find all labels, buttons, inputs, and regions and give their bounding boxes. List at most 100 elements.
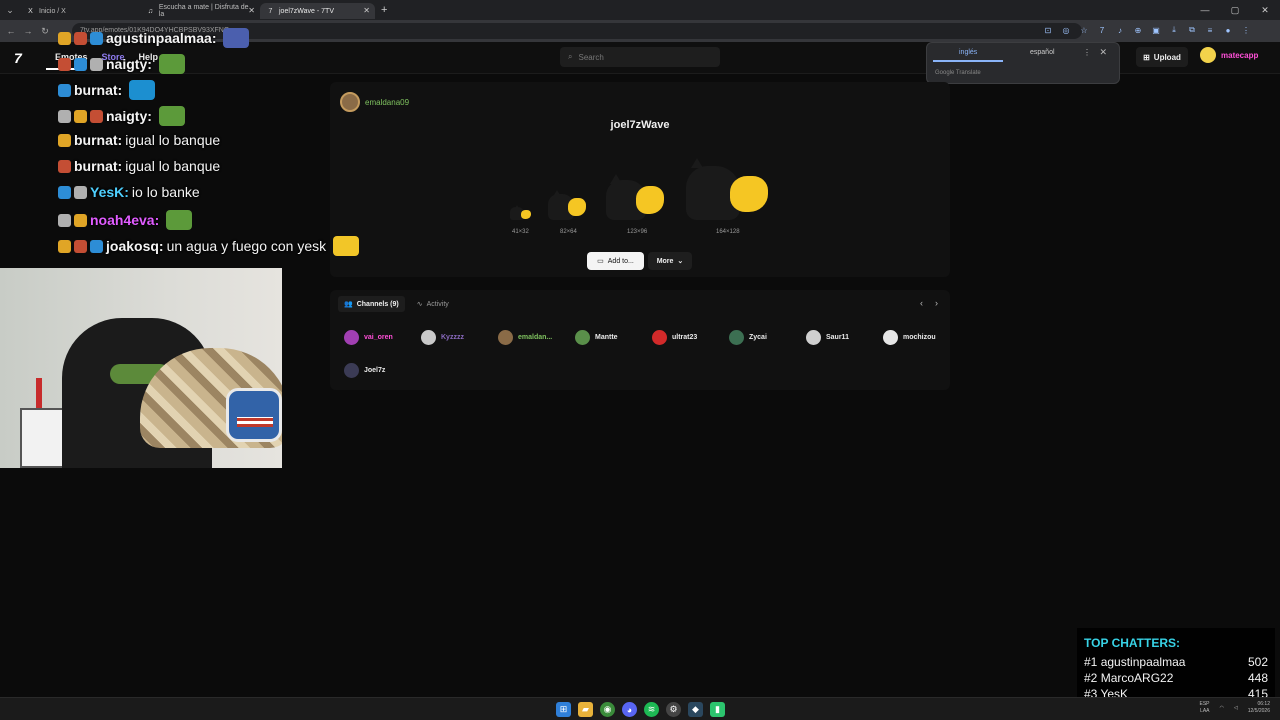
emote-preview-2x[interactable] <box>548 188 588 220</box>
emote-preview-3x[interactable] <box>606 172 668 220</box>
minimize-icon[interactable]: — <box>1190 0 1220 20</box>
language-indicator[interactable]: ESP LAA <box>1200 701 1210 715</box>
more-button[interactable]: More ⌄ <box>648 252 692 270</box>
close-icon[interactable]: ✕ <box>1099 47 1107 58</box>
tab-channels[interactable]: 👥 Channels (9) <box>338 296 405 312</box>
chat-username: naigty: <box>106 108 152 124</box>
menu-icon[interactable]: ≡ <box>1204 24 1216 36</box>
tab-search-icon[interactable]: ⌄ <box>0 0 20 20</box>
more-icon[interactable]: ⋮ <box>1083 48 1091 57</box>
user-menu[interactable]: matecapp <box>1200 47 1258 63</box>
settings-icon[interactable]: ⚙ <box>666 702 681 717</box>
lang-target[interactable]: español <box>1030 49 1055 56</box>
channel-name: Zycai <box>749 334 767 341</box>
avatar <box>652 330 667 345</box>
more-icon[interactable]: ⋮ <box>1240 24 1252 36</box>
avatar <box>1200 47 1216 63</box>
obs-icon[interactable]: ▮ <box>710 702 725 717</box>
avatar <box>575 330 590 345</box>
profile-icon[interactable]: ● <box>1222 24 1234 36</box>
chat-message: naigty: <box>58 54 185 74</box>
emote-owner[interactable]: emaldana09 <box>340 92 409 112</box>
tab-label: joel7zWave - 7TV <box>279 7 334 15</box>
channel-item[interactable]: Joel7z <box>344 363 385 378</box>
channels-tabs: 👥 Channels (9) ∿ Activity <box>338 296 455 312</box>
chrome-icon[interactable]: ◉ <box>600 702 615 717</box>
close-icon[interactable]: ✕ <box>248 6 255 15</box>
chat-username: naigty: <box>106 56 152 72</box>
channel-item[interactable]: mochizou <box>883 330 936 345</box>
spotify-icon[interactable]: ≋ <box>644 702 659 717</box>
activity-icon: ∿ <box>416 301 423 308</box>
channel-item[interactable]: Zycai <box>729 330 767 345</box>
chat-text: igual lo banque <box>125 158 221 174</box>
upload-button[interactable]: ⊞ Upload <box>1136 47 1188 67</box>
7tv-logo[interactable]: 7 <box>14 50 22 66</box>
chat-username: burnat: <box>74 82 123 98</box>
chat-badge-icon <box>58 109 71 123</box>
add-to-label: Add to... <box>607 257 634 265</box>
chat-badge-icon <box>74 31 87 45</box>
lang-active-indicator <box>933 60 1003 62</box>
star-icon[interactable]: ☆ <box>1078 24 1090 36</box>
channel-item[interactable]: Kyzzzz <box>421 330 464 345</box>
tab-activity[interactable]: ∿ Activity <box>411 296 455 312</box>
chat-emote-image <box>166 210 193 230</box>
chat-message: agustinpaalmaa: <box>58 28 250 48</box>
chat-text: io lo banke <box>131 184 200 200</box>
chat-username: joakosq: <box>106 238 164 254</box>
chevron-left-icon[interactable]: ‹ <box>920 298 923 308</box>
wave-hand-image <box>568 198 586 216</box>
file-explorer-icon[interactable]: ▰ <box>578 702 593 717</box>
back-icon[interactable]: ← <box>5 25 17 37</box>
close-window-icon[interactable]: ✕ <box>1250 0 1280 20</box>
screenshot-icon[interactable]: ▣ <box>1150 24 1162 36</box>
tab-music[interactable]: ♫ Escucha a mate | Disfruta de la ✕ <box>140 3 260 19</box>
close-icon[interactable]: ✕ <box>363 6 370 15</box>
chat-text: un agua y fuego con yesk <box>166 238 327 254</box>
channel-item[interactable]: Mantte <box>575 330 618 345</box>
emote-preview-4x[interactable] <box>686 156 772 220</box>
volume-icon[interactable]: ◁ <box>1234 705 1238 711</box>
7tv-extension-icon[interactable]: 7 <box>1096 24 1108 36</box>
search-input[interactable]: ⌕ Search <box>560 47 720 67</box>
tab-7tv[interactable]: 7 joel7zWave - 7TV ✕ <box>260 3 375 19</box>
channel-item[interactable]: emaldan... <box>498 330 552 345</box>
channel-item[interactable]: ultrat23 <box>652 330 697 345</box>
channel-name: Joel7z <box>364 367 386 374</box>
translate-popup: inglés español ⋮ ✕ Google Translate <box>926 42 1120 84</box>
avatar <box>421 330 436 345</box>
chatter-count: 448 <box>1247 671 1268 685</box>
tab-twitter[interactable]: X Inicio / X <box>20 3 140 19</box>
download-icon[interactable]: ⤓ <box>1168 24 1180 36</box>
clock[interactable]: 06:12 12/5/2026 <box>1248 701 1270 715</box>
chat-message: noah4eva: <box>58 210 193 230</box>
chat-badge-icon <box>58 239 71 253</box>
wave-hand-image <box>636 186 664 214</box>
emote-preview-1x[interactable] <box>510 204 532 220</box>
chat-message: burnat: <box>58 80 156 100</box>
puzzle-icon[interactable]: ⧉ <box>1186 24 1198 36</box>
add-to-button[interactable]: ▭ Add to... <box>587 252 644 270</box>
audio-icon[interactable]: ♪ <box>1114 24 1126 36</box>
chevron-right-icon[interactable]: › <box>935 298 938 308</box>
chat-badge-icon <box>74 109 87 123</box>
reload-icon[interactable]: ↻ <box>39 25 51 37</box>
maximize-icon[interactable]: ▢ <box>1220 0 1250 20</box>
chat-badge-icon <box>74 57 87 71</box>
channel-item[interactable]: Saur11 <box>806 330 849 345</box>
translate-provider: Google Translate <box>935 70 981 76</box>
chat-badge-icon <box>58 213 71 227</box>
new-tab-button[interactable]: + <box>381 4 387 16</box>
lang-source[interactable]: inglés <box>959 49 977 56</box>
eye-off-icon[interactable]: ◎ <box>1060 24 1072 36</box>
extension-icon[interactable]: ⊕ <box>1132 24 1144 36</box>
wifi-icon[interactable]: ◠ <box>1220 705 1224 711</box>
discord-icon[interactable]: ◕ <box>622 702 637 717</box>
steam-icon[interactable]: ◆ <box>688 702 703 717</box>
forward-icon[interactable]: → <box>22 25 34 37</box>
translate-icon[interactable]: ⊡ <box>1042 24 1054 36</box>
channel-item[interactable]: vai_oren <box>344 330 393 345</box>
chat-badge-icon <box>90 109 103 123</box>
windows-start-icon[interactable]: ⊞ <box>556 702 571 717</box>
